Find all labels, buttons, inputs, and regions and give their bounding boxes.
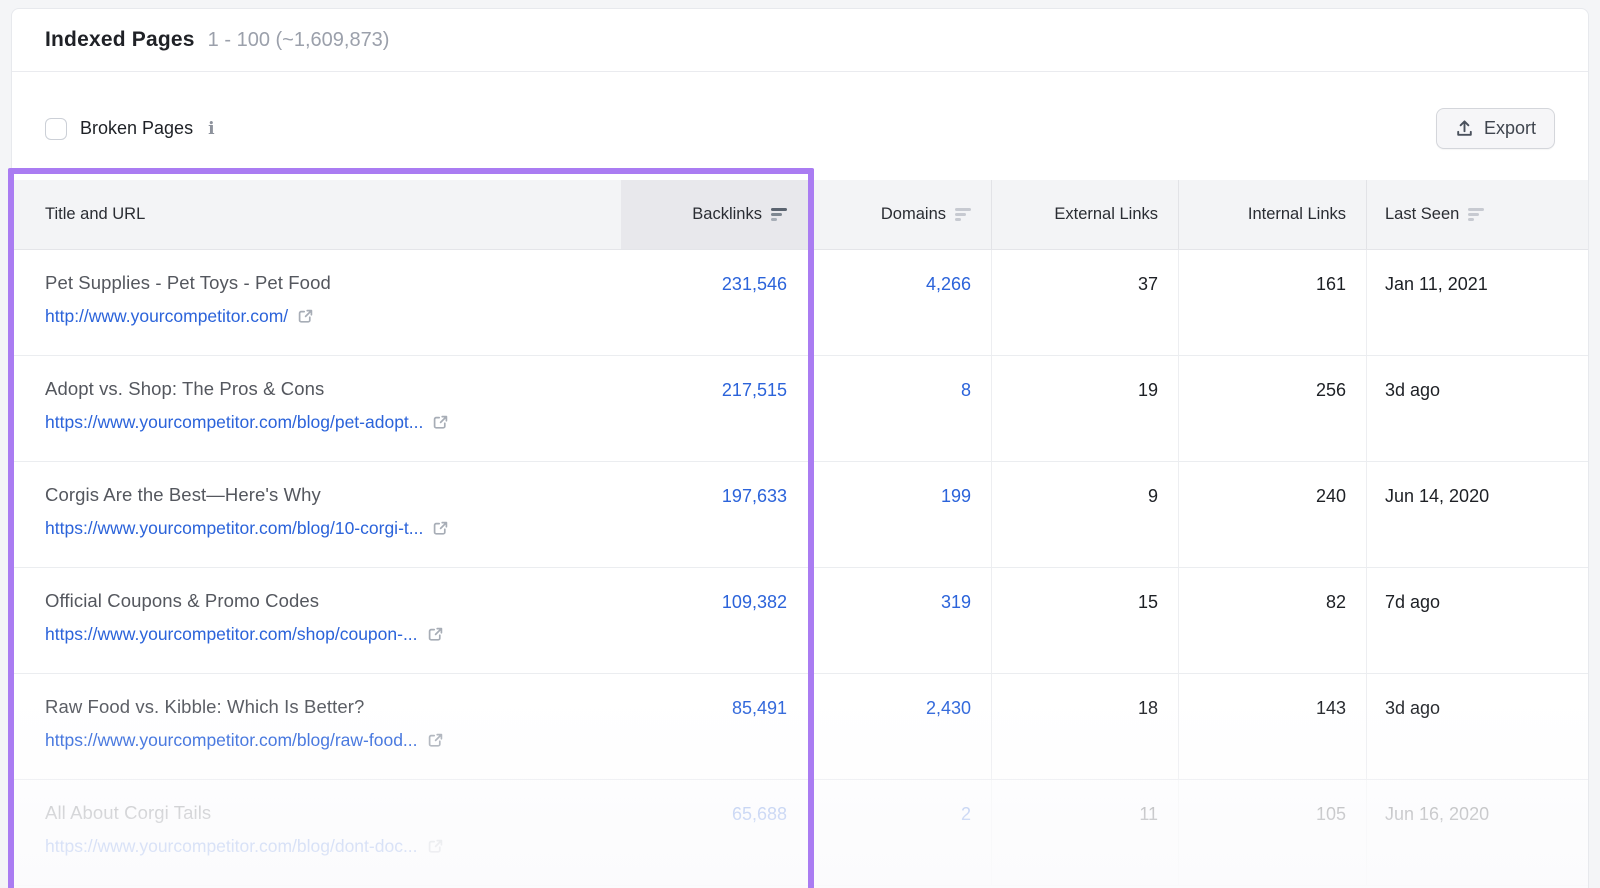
page-url-link[interactable]: https://www.yourcompetitor.com/blog/pet-… <box>45 412 423 433</box>
export-button[interactable]: Export <box>1435 108 1555 149</box>
column-header-internal-links: Internal Links <box>1178 180 1366 249</box>
page-url-link[interactable]: https://www.yourcompetitor.com/blog/raw-… <box>45 730 418 751</box>
controls-row: Broken Pages i Export <box>12 108 1588 149</box>
table-row: Raw Food vs. Kibble: Which Is Better? ht… <box>12 674 1588 780</box>
last-seen-value: 7d ago <box>1366 568 1588 673</box>
last-seen-value: 3d ago <box>1366 356 1588 461</box>
page-url-link[interactable]: https://www.yourcompetitor.com/blog/dont… <box>45 836 418 857</box>
domains-value[interactable]: 8 <box>811 356 991 461</box>
info-icon[interactable]: i <box>206 119 216 139</box>
last-seen-value: Jun 14, 2020 <box>1366 462 1588 567</box>
external-link-icon[interactable] <box>432 414 449 431</box>
sort-icon[interactable] <box>955 208 971 221</box>
export-label: Export <box>1483 118 1536 138</box>
backlinks-value[interactable]: 197,633 <box>621 462 811 567</box>
title-and-url-cell: Raw Food vs. Kibble: Which Is Better? ht… <box>12 674 621 779</box>
domains-value[interactable]: 4,266 <box>811 250 991 355</box>
external-link-icon[interactable] <box>297 308 314 325</box>
table-header-row: Title and URL Backlinks Domains External… <box>12 180 1588 250</box>
table-row: Official Coupons & Promo Codes https://w… <box>12 568 1588 674</box>
column-header-domains[interactable]: Domains <box>811 180 991 249</box>
domains-value[interactable]: 319 <box>811 568 991 673</box>
sort-icon[interactable] <box>1468 208 1485 221</box>
column-header-title-and-url: Title and URL <box>45 205 146 223</box>
backlinks-value[interactable]: 231,546 <box>621 250 811 355</box>
indexed-pages-panel: Indexed Pages 1 - 100 (~1,609,873) Broke… <box>11 8 1589 888</box>
external-link-icon[interactable] <box>427 838 444 855</box>
table-row: Corgis Are the Best—Here's Why https://w… <box>12 462 1588 568</box>
external-link-icon[interactable] <box>427 732 444 749</box>
last-seen-value: 3d ago <box>1366 674 1588 779</box>
column-header-last-seen[interactable]: Last Seen <box>1366 180 1588 249</box>
page-title-text: All About Corgi Tails <box>45 802 212 823</box>
internal-links-value: 82 <box>1178 568 1366 673</box>
external-link-icon[interactable] <box>432 520 449 537</box>
table-body: Pet Supplies - Pet Toys - Pet Food http:… <box>12 250 1588 886</box>
indexed-pages-table: Title and URL Backlinks Domains External… <box>12 180 1588 886</box>
last-seen-value: Jan 11, 2021 <box>1366 250 1588 355</box>
external-links-value: 19 <box>991 356 1178 461</box>
upload-icon <box>1457 120 1472 136</box>
sort-desc-icon[interactable] <box>771 208 787 221</box>
internal-links-value: 240 <box>1178 462 1366 567</box>
last-seen-value: Jun 16, 2020 <box>1366 780 1588 885</box>
column-header-backlinks[interactable]: Backlinks <box>621 180 811 249</box>
page-title-text: Adopt vs. Shop: The Pros & Cons <box>45 378 325 399</box>
column-header-external-links: External Links <box>991 180 1178 249</box>
table-row: Adopt vs. Shop: The Pros & Cons https://… <box>12 356 1588 462</box>
internal-links-value: 256 <box>1178 356 1366 461</box>
backlinks-value[interactable]: 217,515 <box>621 356 811 461</box>
external-link-icon[interactable] <box>427 626 444 643</box>
external-links-value: 11 <box>991 780 1178 885</box>
page-title-text: Corgis Are the Best—Here's Why <box>45 484 321 505</box>
broken-pages-checkbox[interactable] <box>45 117 67 140</box>
table-row: All About Corgi Tails https://www.yourco… <box>12 780 1588 886</box>
table-row: Pet Supplies - Pet Toys - Pet Food http:… <box>12 250 1588 356</box>
broken-pages-label: Broken Pages <box>80 118 194 138</box>
external-links-value: 15 <box>991 568 1178 673</box>
title-and-url-cell: All About Corgi Tails https://www.yourco… <box>12 780 621 885</box>
title-and-url-cell: Official Coupons & Promo Codes https://w… <box>12 568 621 673</box>
backlinks-value[interactable]: 65,688 <box>621 780 811 885</box>
title-and-url-cell: Adopt vs. Shop: The Pros & Cons https://… <box>12 356 621 461</box>
page-title-text: Raw Food vs. Kibble: Which Is Better? <box>45 696 365 717</box>
domains-value[interactable]: 2,430 <box>811 674 991 779</box>
page-url-link[interactable]: http://www.yourcompetitor.com/ <box>45 306 288 327</box>
domains-value[interactable]: 199 <box>811 462 991 567</box>
external-links-value: 18 <box>991 674 1178 779</box>
page-url-link[interactable]: https://www.yourcompetitor.com/blog/10-c… <box>45 518 423 539</box>
domains-value[interactable]: 2 <box>811 780 991 885</box>
panel-header: Indexed Pages 1 - 100 (~1,609,873) <box>12 9 1588 72</box>
backlinks-value[interactable]: 109,382 <box>621 568 811 673</box>
page-title: Indexed Pages <box>45 28 195 51</box>
page-title-text: Pet Supplies - Pet Toys - Pet Food <box>45 272 331 293</box>
backlinks-value[interactable]: 85,491 <box>621 674 811 779</box>
title-and-url-cell: Pet Supplies - Pet Toys - Pet Food http:… <box>12 250 621 355</box>
page-title-text: Official Coupons & Promo Codes <box>45 590 320 611</box>
external-links-value: 37 <box>991 250 1178 355</box>
internal-links-value: 161 <box>1178 250 1366 355</box>
title-and-url-cell: Corgis Are the Best—Here's Why https://w… <box>12 462 621 567</box>
results-range: 1 - 100 (~1,609,873) <box>207 28 390 51</box>
external-links-value: 9 <box>991 462 1178 567</box>
internal-links-value: 105 <box>1178 780 1366 885</box>
page-url-link[interactable]: https://www.yourcompetitor.com/shop/coup… <box>45 624 418 645</box>
internal-links-value: 143 <box>1178 674 1366 779</box>
